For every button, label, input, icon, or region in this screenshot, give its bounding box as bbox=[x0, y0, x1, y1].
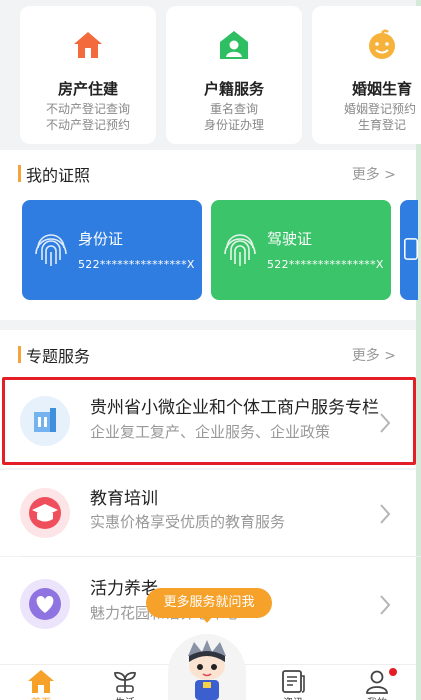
home-icon bbox=[28, 670, 54, 693]
chevron-right-icon bbox=[380, 595, 391, 615]
assistant-bubble[interactable]: 更多服务就问我 bbox=[146, 588, 272, 618]
chevron-right-icon bbox=[380, 504, 391, 524]
licence-number: 522***************X bbox=[267, 258, 384, 271]
licence-name: 身份证 bbox=[78, 230, 124, 248]
card-icon bbox=[404, 238, 418, 260]
service-card-sub: 不动产登记查询 bbox=[45, 102, 130, 116]
topic-item-desc: 实惠价格享受优质的教育服务 bbox=[90, 513, 286, 531]
person-id-icon bbox=[220, 31, 248, 59]
service-card-title: 户籍服务 bbox=[203, 80, 264, 98]
topics-section: 专题服务 更多 > bbox=[0, 330, 416, 380]
service-card-sub: 生育登记 bbox=[357, 118, 406, 132]
sprout-icon bbox=[114, 671, 136, 693]
selection-highlight bbox=[2, 377, 416, 465]
tab-life[interactable]: 生活 bbox=[110, 668, 140, 700]
service-card-sub: 不动产登记预约 bbox=[45, 118, 130, 132]
tab-label: 资讯 bbox=[268, 694, 318, 700]
section-title: 我的证照 bbox=[26, 166, 91, 185]
licence-number: 522***************X bbox=[78, 258, 195, 271]
baby-face-icon bbox=[369, 29, 395, 59]
licence-name: 驾驶证 bbox=[267, 230, 313, 248]
assistant-avatar[interactable] bbox=[168, 634, 246, 700]
tab-label: 我的 bbox=[352, 694, 402, 700]
topic-item-education[interactable]: 教育培训 实惠价格享受优质的教育服务 bbox=[0, 470, 416, 556]
tab-home[interactable]: 首页 bbox=[26, 668, 56, 700]
service-cards-row: 房产住建 不动产登记查询 不动产登记预约 户籍服务 重名查询 身份证办理 婚姻生… bbox=[0, 0, 421, 150]
section-header: 我的证照 bbox=[18, 162, 398, 185]
tab-label: 首页 bbox=[16, 694, 66, 700]
licence-card-id[interactable]: 身份证 522***************X bbox=[22, 200, 202, 300]
service-card-sub: 婚姻登记预约 bbox=[343, 102, 416, 116]
section-accent-bar bbox=[18, 165, 21, 182]
fingerprint-icon bbox=[224, 234, 256, 266]
service-card-marriage[interactable]: 婚姻生育 婚姻登记预约 生育登记 bbox=[312, 6, 421, 144]
heart-hands-icon bbox=[20, 579, 70, 629]
graduation-cap-icon bbox=[20, 488, 70, 538]
news-icon bbox=[282, 670, 305, 693]
service-card-sub: 身份证办理 bbox=[203, 118, 264, 132]
notification-dot bbox=[389, 668, 397, 676]
fingerprint-icon bbox=[35, 234, 67, 266]
service-card-housing[interactable]: 房产住建 不动产登记查询 不动产登记预约 bbox=[20, 6, 156, 144]
licence-card-driver[interactable]: 驾驶证 522***************X bbox=[211, 200, 391, 300]
topics-more-link[interactable]: 更多 > bbox=[352, 345, 396, 365]
service-card-title: 婚姻生育 bbox=[351, 80, 412, 98]
licence-card-peek[interactable] bbox=[400, 200, 418, 300]
tab-label: 生活 bbox=[100, 694, 150, 700]
service-card-sub: 重名查询 bbox=[209, 102, 258, 116]
bubble-tail bbox=[201, 616, 213, 623]
section-accent-bar bbox=[18, 346, 21, 363]
house-icon bbox=[74, 32, 102, 58]
section-title: 专题服务 bbox=[26, 347, 91, 366]
tab-news[interactable]: 资讯 bbox=[278, 668, 308, 700]
service-card-title: 房产住建 bbox=[57, 80, 118, 98]
service-card-household[interactable]: 户籍服务 重名查询 身份证办理 bbox=[166, 6, 302, 144]
tab-mine[interactable]: 我的 bbox=[362, 668, 392, 700]
user-icon bbox=[366, 670, 388, 694]
section-header: 专题服务 bbox=[18, 343, 398, 366]
licences-more-link[interactable]: 更多 > bbox=[352, 164, 396, 184]
topic-item-title: 教育培训 bbox=[90, 489, 158, 509]
